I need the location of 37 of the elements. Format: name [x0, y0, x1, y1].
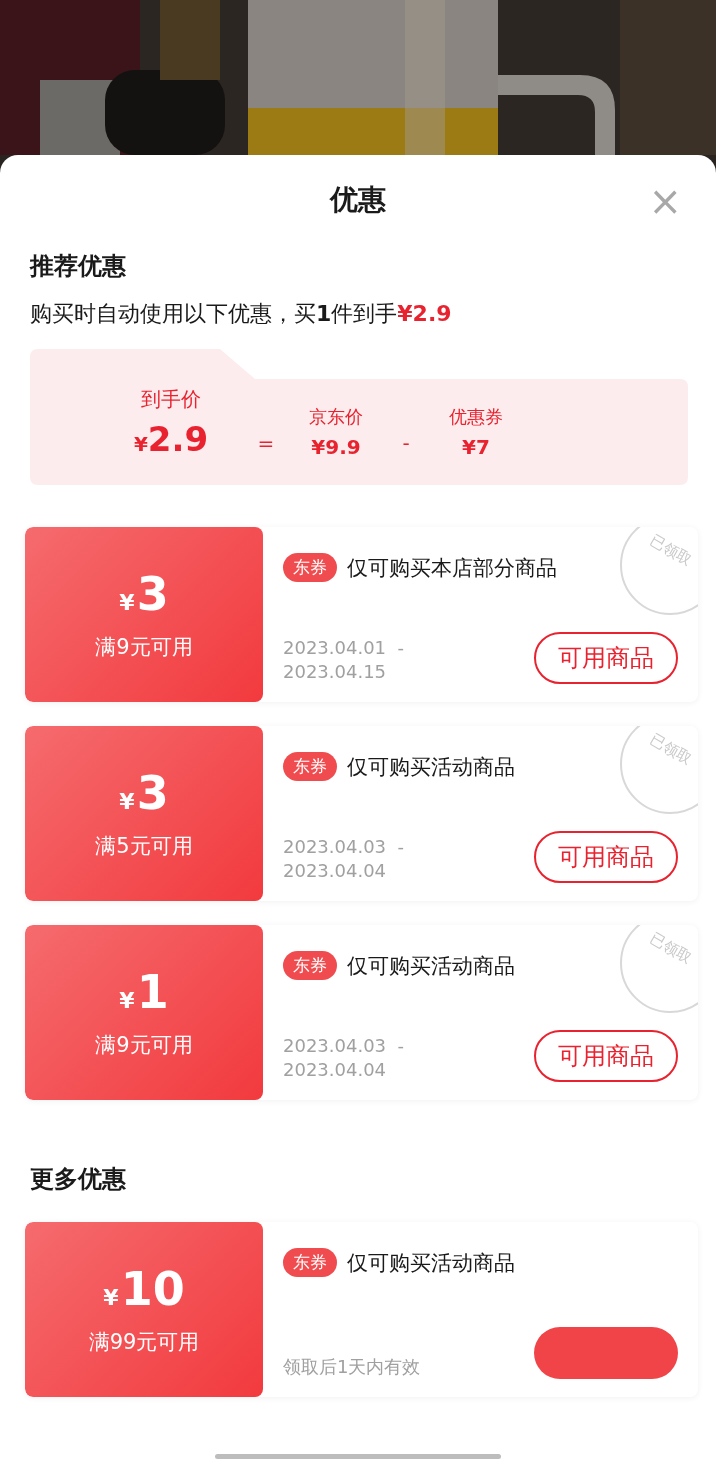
operator-sign: = [256, 431, 276, 457]
coupon-validity: 2023.04.01 - 2023.04.15 [283, 636, 404, 684]
coupon-tag: 东券 [283, 553, 337, 582]
available-products-button[interactable]: 可用商品 [534, 1030, 678, 1082]
sheet-title: 优惠 [330, 182, 386, 218]
claim-button[interactable] [534, 1327, 678, 1379]
available-products-button[interactable]: 可用商品 [534, 831, 678, 883]
price-value: ¥9.9 [311, 435, 361, 459]
coupon-condition: 满5元可用 [95, 833, 193, 860]
coupon-tag: 东券 [283, 1248, 337, 1277]
final-price: ¥2.9 [133, 419, 209, 459]
coupon-amount: ¥1 [119, 966, 169, 1021]
price-label: 优惠券 [449, 405, 503, 429]
coupon-condition: 满99元可用 [88, 1329, 200, 1356]
discount-summary: 购买时自动使用以下优惠，买1件到手¥2.9 [30, 300, 453, 328]
section-title: 更多优惠 [30, 1164, 127, 1195]
coupon-condition: 满9元可用 [95, 634, 193, 661]
operator-sign: - [401, 431, 411, 457]
coupon-scope: 仅可购买活动商品 [347, 952, 515, 980]
coupon-amount: ¥3 [119, 767, 169, 822]
price-label: 京东价 [309, 405, 363, 429]
coupon-validity: 2023.04.03 - 2023.04.04 [283, 1034, 404, 1082]
available-products-button[interactable]: 可用商品 [534, 632, 678, 684]
coupon-tag: 东券 [283, 752, 337, 781]
coupon-condition: 满9元可用 [95, 1032, 193, 1059]
price-value: ¥7 [462, 435, 490, 459]
coupon-tag: 东券 [283, 951, 337, 980]
close-button[interactable]: × [648, 181, 682, 221]
section-title: 推荐优惠 [30, 251, 127, 282]
coupon-scope: 仅可购买活动商品 [347, 1249, 515, 1277]
coupon-scope: 仅可购买活动商品 [347, 753, 515, 781]
coupon-amount: ¥10 [103, 1263, 185, 1318]
price-label: 到手价 [141, 386, 201, 413]
coupon-amount: ¥3 [119, 568, 169, 623]
coupon-validity: 2023.04.03 - 2023.04.04 [283, 835, 404, 883]
coupon-validity: 领取后1天内有效 [283, 1355, 421, 1379]
coupon-scope: 仅可购买本店部分商品 [347, 554, 557, 582]
